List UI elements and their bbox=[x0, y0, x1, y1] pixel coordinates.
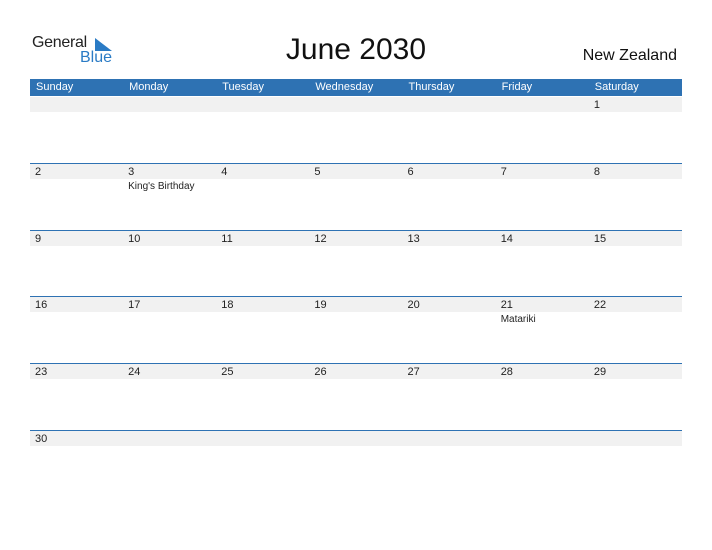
day-number: 4 bbox=[221, 166, 228, 178]
day-number: 3 bbox=[128, 166, 135, 178]
day-number: 15 bbox=[593, 233, 607, 245]
day-number: 18 bbox=[221, 299, 234, 311]
week-row: 16 17 18 19 20 21 Matariki 22 bbox=[30, 296, 682, 363]
weekday-monday: Monday bbox=[129, 81, 169, 93]
week-row: 9 10 11 12 13 14 15 bbox=[30, 230, 682, 297]
day-number: 8 bbox=[593, 166, 600, 178]
day-cell bbox=[309, 431, 402, 497]
day-cell: 7 bbox=[496, 164, 589, 230]
day-cell: 12 bbox=[309, 231, 402, 297]
day-cell: 16 bbox=[30, 297, 123, 363]
day-number: 19 bbox=[314, 299, 327, 311]
day-cell: 3 King's Birthday bbox=[123, 164, 216, 230]
day-cell: 22 bbox=[589, 297, 682, 363]
day-cell: 15 bbox=[589, 231, 682, 297]
day-cell: 27 bbox=[403, 364, 496, 430]
day-cell bbox=[123, 431, 216, 497]
weekday-saturday: Saturday bbox=[594, 81, 639, 93]
day-cell bbox=[403, 97, 496, 163]
day-cell: 5 bbox=[309, 164, 402, 230]
day-number: 14 bbox=[500, 233, 513, 245]
day-cell: 29 bbox=[589, 364, 682, 430]
day-cell bbox=[403, 431, 496, 497]
day-cell bbox=[30, 97, 123, 163]
day-number: 22 bbox=[593, 299, 607, 311]
day-cell: 8 bbox=[589, 164, 682, 230]
week-row: 1 bbox=[30, 97, 682, 163]
day-cell: 4 bbox=[216, 164, 309, 230]
weekday-wednesday: Wednesday bbox=[315, 81, 374, 93]
day-cell bbox=[496, 97, 589, 163]
week-row: 2 3 King's Birthday 4 5 6 7 8 bbox=[30, 163, 682, 230]
day-number: 29 bbox=[593, 366, 607, 378]
day-cell: 14 bbox=[496, 231, 589, 297]
day-number: 28 bbox=[500, 366, 513, 378]
day-number: 9 bbox=[35, 233, 42, 245]
day-cell: 11 bbox=[216, 231, 309, 297]
day-number: 21 bbox=[500, 299, 513, 311]
day-cell: 9 bbox=[30, 231, 123, 297]
weekday-sunday: Sunday bbox=[36, 81, 74, 93]
day-cell bbox=[216, 431, 309, 497]
day-cell: 28 bbox=[496, 364, 589, 430]
holiday-label: King's Birthday bbox=[128, 181, 195, 192]
week-row: 30 bbox=[30, 430, 682, 497]
day-number: 30 bbox=[35, 433, 48, 445]
day-cell bbox=[589, 431, 682, 497]
day-cell: 23 bbox=[30, 364, 123, 430]
day-cell: 26 bbox=[309, 364, 402, 430]
day-cell: 20 bbox=[403, 297, 496, 363]
day-number: 2 bbox=[35, 166, 42, 178]
day-cell: 19 bbox=[309, 297, 402, 363]
day-number: 5 bbox=[314, 166, 321, 178]
day-cell: 25 bbox=[216, 364, 309, 430]
country-label: New Zealand bbox=[582, 47, 677, 64]
day-number: 17 bbox=[128, 299, 141, 311]
day-cell: 10 bbox=[123, 231, 216, 297]
day-number: 7 bbox=[500, 166, 507, 178]
day-number: 1 bbox=[593, 99, 600, 111]
weekday-friday: Friday bbox=[501, 81, 533, 93]
day-cell: 24 bbox=[123, 364, 216, 430]
weekday-tuesday: Tuesday bbox=[222, 81, 265, 93]
day-cell: 21 Matariki bbox=[496, 297, 589, 363]
day-cell: 1 bbox=[589, 97, 682, 163]
holiday-label: Matariki bbox=[500, 314, 536, 325]
day-cell bbox=[216, 97, 309, 163]
day-cell: 6 bbox=[403, 164, 496, 230]
day-number: 26 bbox=[314, 366, 327, 378]
day-cell: 18 bbox=[216, 297, 309, 363]
day-number: 6 bbox=[407, 166, 414, 178]
day-number: 13 bbox=[407, 233, 420, 245]
day-number: 27 bbox=[407, 366, 420, 378]
day-number: 10 bbox=[128, 233, 141, 245]
day-cell bbox=[496, 431, 589, 497]
day-number: 11 bbox=[221, 233, 233, 245]
day-cell: 17 bbox=[123, 297, 216, 363]
day-number: 23 bbox=[35, 366, 48, 378]
day-number: 12 bbox=[314, 233, 327, 245]
day-cell bbox=[123, 97, 216, 163]
day-cell: 2 bbox=[30, 164, 123, 230]
day-cell bbox=[309, 97, 402, 163]
weekday-thursday: Thursday bbox=[408, 81, 455, 93]
day-number: 16 bbox=[35, 299, 48, 311]
week-row: 23 24 25 26 27 28 29 bbox=[30, 363, 682, 430]
day-number: 24 bbox=[128, 366, 141, 378]
weekday-header: Sunday Monday Tuesday Wednesday Thursday… bbox=[30, 79, 682, 96]
day-cell: 13 bbox=[403, 231, 496, 297]
day-number: 25 bbox=[221, 366, 234, 378]
day-cell: 30 bbox=[30, 431, 123, 497]
day-number: 20 bbox=[407, 299, 420, 311]
